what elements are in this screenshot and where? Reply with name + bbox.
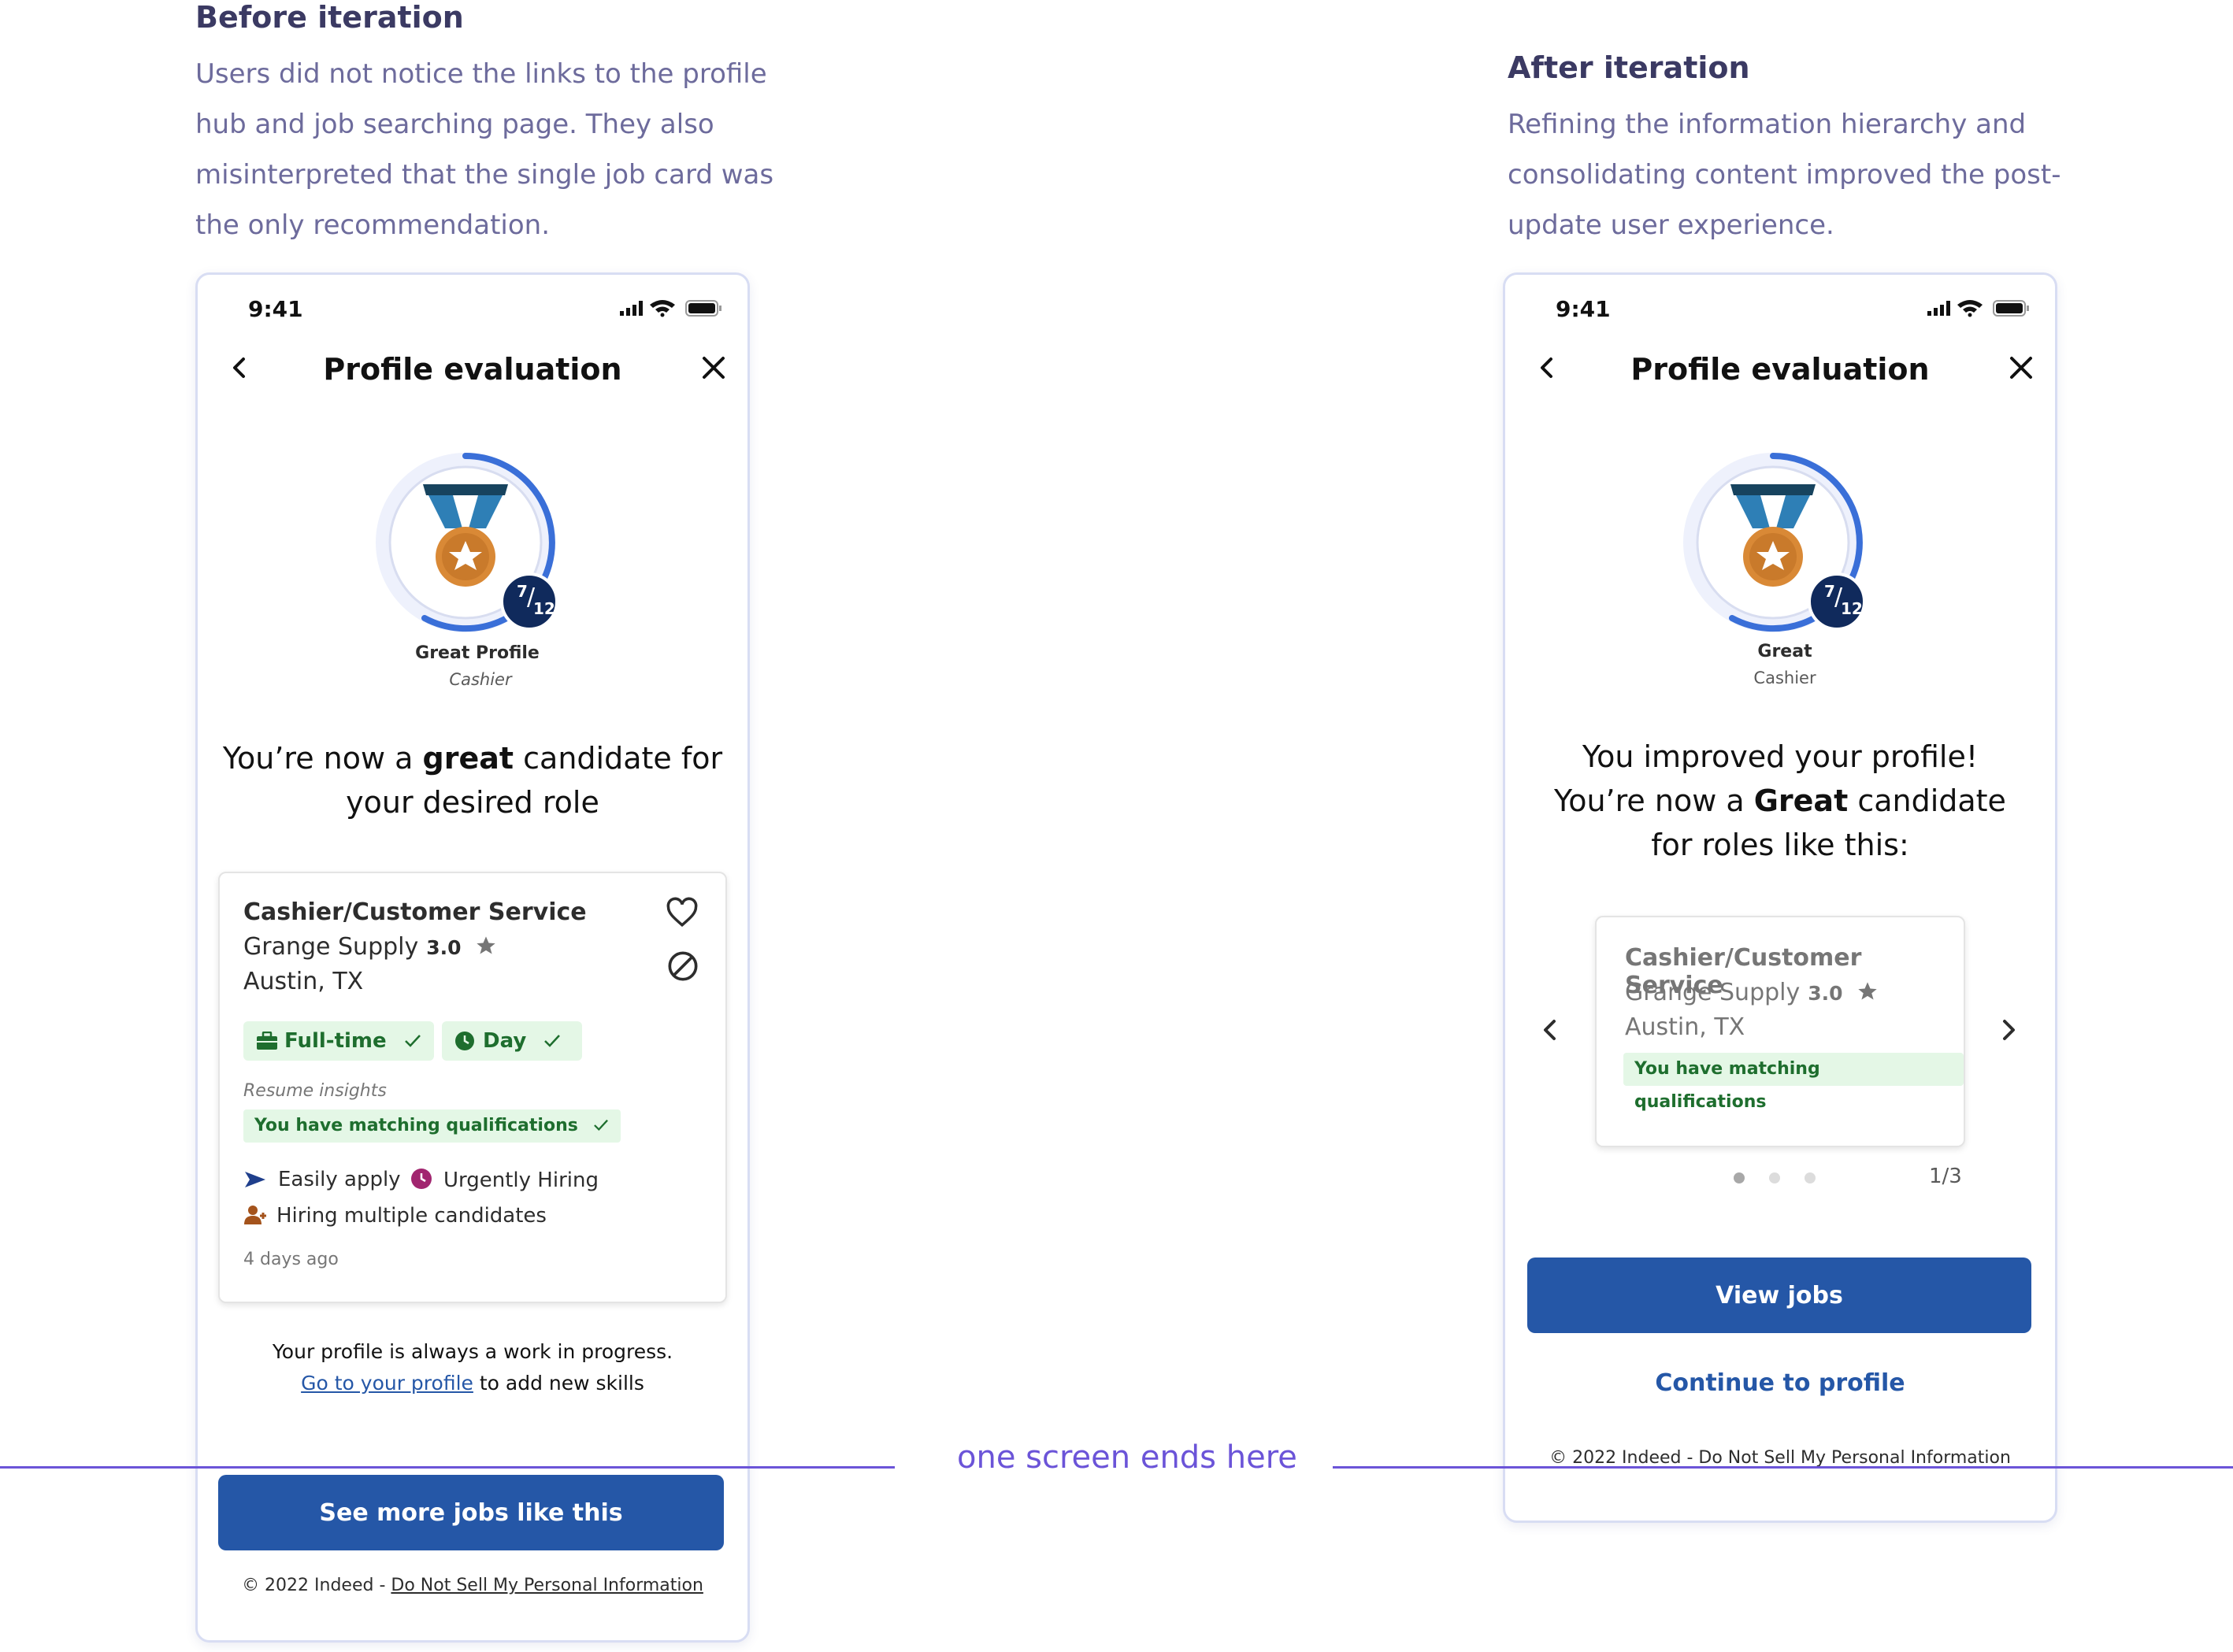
- screen-end-line: [0, 1466, 895, 1469]
- easily-apply: Easily apply: [243, 1168, 401, 1191]
- after-desc-line: Refining the information hierarchy and: [1508, 109, 2027, 140]
- posted-date: 4 days ago: [243, 1250, 339, 1269]
- signal-wifi-battery-icon: [620, 300, 721, 317]
- check-icon: [404, 1035, 421, 1047]
- urgent-clock-icon: [411, 1169, 432, 1189]
- job-company: Grange Supply 3.0: [1625, 979, 1879, 1006]
- send-arrow-icon: [245, 1172, 265, 1187]
- resume-insights-label: Resume insights: [243, 1081, 387, 1101]
- medal-icon: [1683, 453, 1863, 632]
- carousel-dot-active[interactable]: [1734, 1172, 1745, 1183]
- job-card[interactable]: Cashier/Customer Service Grange Supply 3.…: [1595, 916, 1965, 1147]
- insight-badge: You have matching qualifications: [1623, 1053, 1964, 1112]
- score-badge: 7/12: [500, 572, 558, 631]
- status-time: 9:41: [1556, 296, 1611, 322]
- after-section: After iteration Refining the information…: [1508, 50, 2061, 250]
- urgently-hiring: Urgently Hiring: [410, 1168, 599, 1192]
- before-desc-line: misinterpreted that the single job card …: [195, 159, 774, 191]
- before-desc-line: hub and job searching page. They also: [195, 109, 714, 140]
- medal-icon: [376, 453, 555, 632]
- carousel-count: 1/3: [1929, 1165, 1962, 1188]
- page-title: Profile evaluation: [1630, 352, 1930, 387]
- after-description: Refining the information hierarchy and c…: [1508, 99, 2061, 250]
- before-desc-line: the only recommendation.: [195, 209, 551, 241]
- job-title[interactable]: Cashier/Customer Service: [243, 898, 587, 926]
- profile-note: Your profile is always a work in progres…: [272, 1340, 673, 1395]
- score-badge: 7/12: [1808, 572, 1866, 631]
- view-jobs-button[interactable]: View jobs: [1527, 1258, 2031, 1333]
- screen-end-label: one screen ends here: [957, 1439, 1297, 1476]
- carousel-dot[interactable]: [1769, 1172, 1780, 1183]
- chip-fulltime[interactable]: Full-time: [243, 1021, 434, 1061]
- check-icon: [593, 1119, 608, 1132]
- do-not-sell-link[interactable]: Do Not Sell My Personal Information: [391, 1576, 703, 1595]
- job-card[interactable]: Cashier/Customer Service Grange Supply 3.…: [218, 872, 727, 1303]
- status-time: 9:41: [248, 296, 303, 322]
- level-title: Great Profile: [415, 643, 540, 663]
- carousel-next-icon[interactable]: [1995, 1017, 2022, 1043]
- page-title: Profile evaluation: [323, 352, 622, 387]
- before-desc-line: Users did not notice the links to the pr…: [195, 58, 767, 90]
- profile-score-medal: 7/12: [1682, 451, 1886, 656]
- heart-icon[interactable]: [666, 897, 699, 928]
- after-title: After iteration: [1508, 50, 1750, 85]
- chip-day[interactable]: Day: [442, 1021, 582, 1061]
- before-description: Users did not notice the links to the pr…: [195, 49, 773, 250]
- job-location: Austin, TX: [1625, 1013, 1745, 1041]
- continue-to-profile-link[interactable]: Continue to profile: [1505, 1369, 2055, 1397]
- star-icon: [1858, 982, 1877, 1000]
- job-location: Austin, TX: [243, 968, 364, 995]
- hiring-multiple: Hiring multiple candidates: [243, 1204, 547, 1228]
- after-desc-line: consolidating content improved the post-: [1508, 159, 2061, 191]
- insight-badge: You have matching qualifications: [243, 1109, 621, 1143]
- signal-wifi-battery-icon: [1927, 300, 2029, 317]
- profile-score-medal: 7/12: [374, 451, 579, 656]
- clock-icon: [455, 1032, 474, 1050]
- carousel-dot[interactable]: [1805, 1172, 1816, 1183]
- before-phone: 9:41 Profile evaluation 7/12 Great Profi…: [195, 272, 750, 1643]
- job-company: Grange Supply 3.0: [243, 933, 497, 961]
- people-add-icon: [244, 1206, 266, 1224]
- level-role: Cashier: [1753, 669, 1816, 687]
- footer: © 2022 Indeed - Do Not Sell My Personal …: [242, 1576, 703, 1595]
- carousel-prev-icon[interactable]: [1537, 1017, 1563, 1043]
- footer: © 2022 Indeed - Do Not Sell My Personal …: [1549, 1448, 2011, 1468]
- screen-end-line: [1333, 1466, 2233, 1469]
- status-icons: [1927, 298, 2031, 321]
- before-section: Before iteration Users did not notice th…: [195, 0, 773, 250]
- status-icons: [620, 298, 724, 321]
- close-icon[interactable]: [700, 354, 727, 381]
- headline: You’re now a great candidate for your de…: [222, 741, 723, 820]
- check-icon: [544, 1035, 561, 1047]
- after-phone: 9:41 Profile evaluation 7/12 Great Cashi…: [1503, 272, 2057, 1523]
- before-title: Before iteration: [195, 0, 464, 35]
- briefcase-icon: [257, 1031, 277, 1050]
- star-icon: [477, 936, 495, 954]
- company-rating: 3.0: [426, 936, 462, 959]
- see-more-jobs-button[interactable]: See more jobs like this: [218, 1475, 724, 1550]
- after-desc-line: update user experience.: [1508, 209, 1834, 241]
- level-title: Great: [1757, 642, 1812, 661]
- go-to-profile-link[interactable]: Go to your profile: [301, 1372, 473, 1395]
- not-interested-icon[interactable]: [667, 950, 699, 982]
- close-icon[interactable]: [2008, 354, 2035, 381]
- level-role: Cashier: [449, 670, 512, 689]
- headline: You improved your profile! You’re now a …: [1554, 739, 2006, 862]
- company-rating: 3.0: [1808, 982, 1843, 1005]
